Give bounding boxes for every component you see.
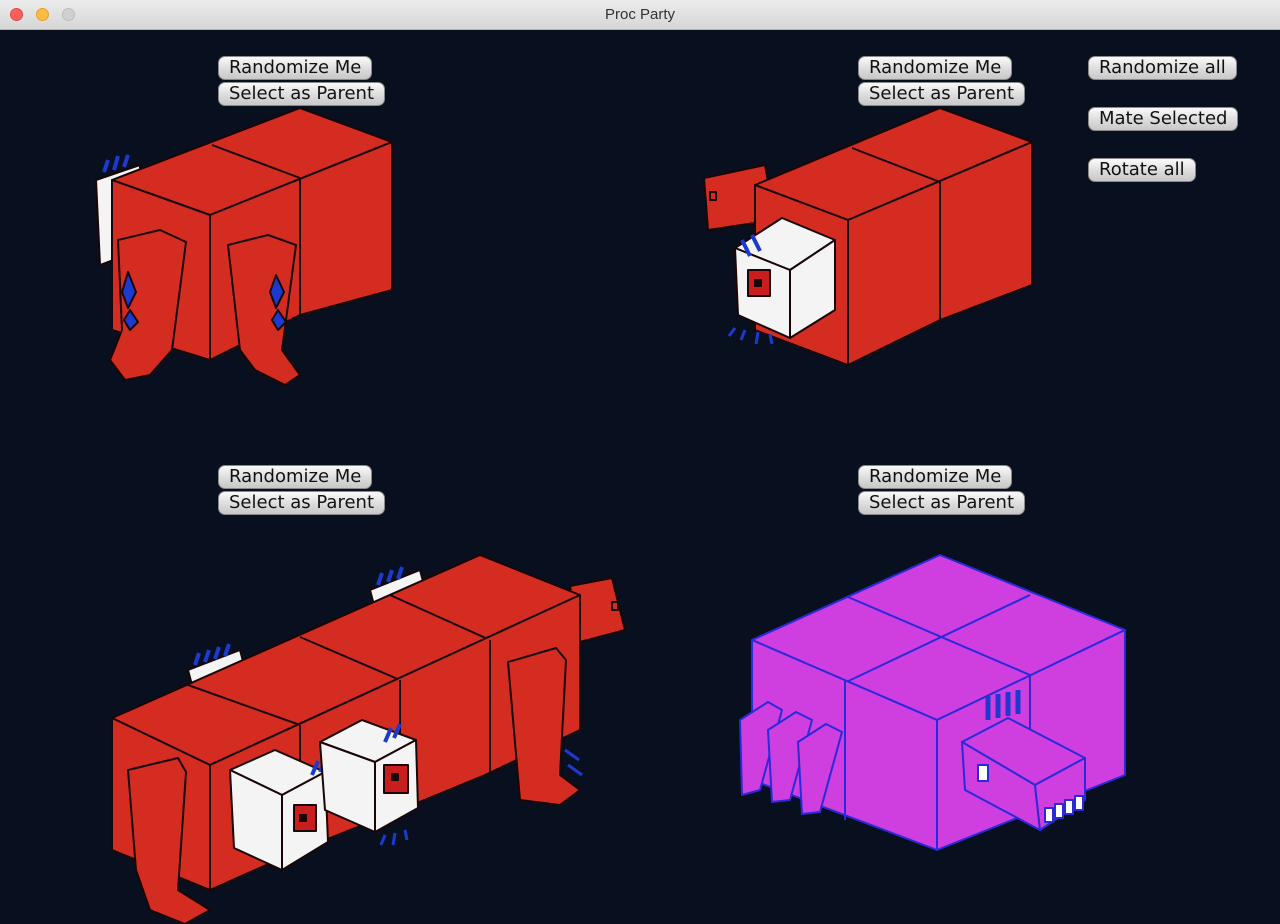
game-canvas: Randomize Me Select as Parent Randomize … bbox=[0, 30, 1280, 924]
window-titlebar: Proc Party bbox=[0, 0, 1280, 30]
creature-4[interactable] bbox=[0, 30, 1280, 924]
window-title: Proc Party bbox=[604, 6, 676, 23]
